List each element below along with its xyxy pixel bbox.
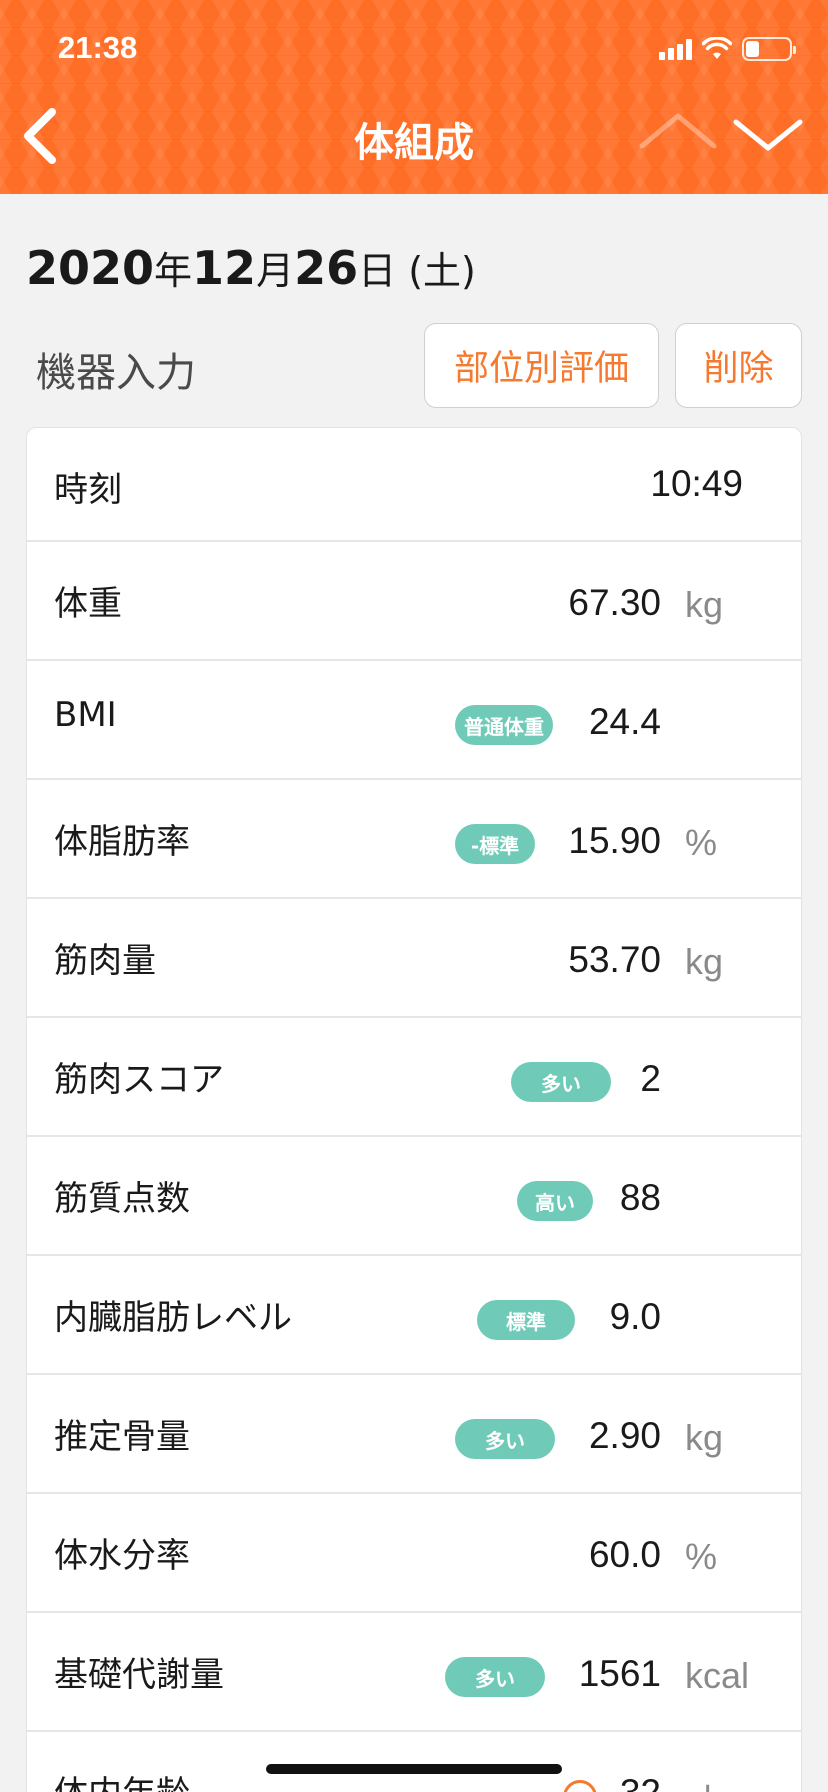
row-label: 筋肉量 <box>54 941 156 981</box>
row-label: 内臓脂肪レベル <box>54 1298 292 1338</box>
row-unit: kcal <box>685 1655 750 1696</box>
status-badge: -標準 <box>455 824 535 864</box>
cellular-signal-icon <box>659 38 692 60</box>
row-value: 2 <box>640 1058 661 1099</box>
row-unit: kg <box>685 1417 724 1458</box>
row-basal-metabolism[interactable]: 基礎代謝量 多い 1561 kcal <box>27 1613 801 1732</box>
status-badge: 多い <box>445 1657 545 1697</box>
row-label: 筋肉スコア <box>54 1060 224 1100</box>
row-value: 32 <box>620 1772 661 1792</box>
date-day-unit: 日 <box>358 249 397 293</box>
row-muscle-quality[interactable]: 筋質点数 高い 88 <box>27 1137 801 1256</box>
battery-icon <box>742 37 796 61</box>
status-badge: 多い <box>455 1419 555 1459</box>
home-indicator[interactable] <box>266 1764 562 1774</box>
wifi-icon <box>702 37 732 59</box>
status-badge: 多い <box>511 1062 611 1102</box>
row-unit: % <box>685 1536 718 1577</box>
row-muscle-mass[interactable]: 筋肉量 53.70 kg <box>27 899 801 1018</box>
row-weight[interactable]: 体重 67.30 kg <box>27 542 801 661</box>
row-visceral-fat[interactable]: 内臓脂肪レベル 標準 9.0 <box>27 1256 801 1375</box>
row-value: 24.4 <box>588 701 661 742</box>
chevron-down-icon[interactable] <box>722 106 814 162</box>
row-muscle-score[interactable]: 筋肉スコア 多い 2 <box>27 1018 801 1137</box>
row-unit: 才 <box>685 1774 721 1792</box>
row-value: 60.0 <box>588 1534 661 1575</box>
row-body-water[interactable]: 体水分率 60.0 % <box>27 1494 801 1613</box>
date-year-unit: 年 <box>154 249 193 293</box>
date-month-unit: 月 <box>256 249 295 293</box>
row-unit: % <box>685 822 718 863</box>
input-source-label: 機器入力 <box>36 350 196 396</box>
row-value: 53.70 <box>568 939 661 980</box>
row-value: 2.90 <box>588 1415 661 1456</box>
chevron-up-icon[interactable] <box>632 106 724 162</box>
row-unit: kg <box>685 584 724 625</box>
battery-level <box>746 41 759 57</box>
row-label: BMI <box>54 695 117 735</box>
row-label: 筋質点数 <box>54 1179 190 1219</box>
row-time[interactable]: 時刻 10:49 <box>27 428 801 542</box>
row-label: 体重 <box>54 584 122 624</box>
date-weekday: (土) <box>396 249 476 293</box>
row-body-age[interactable]: 体内年齢 32 才 <box>27 1732 801 1792</box>
record-date: 2020年12月26日 (土) <box>26 240 476 295</box>
date-day: 26 <box>294 241 359 295</box>
status-badge: 標準 <box>477 1300 575 1340</box>
row-value: 15.90 <box>568 820 661 861</box>
row-value: 1561 <box>578 1653 661 1694</box>
status-badge: 高い <box>517 1181 593 1221</box>
row-value: 9.0 <box>609 1296 661 1337</box>
row-value: 88 <box>619 1177 661 1218</box>
row-bmi[interactable]: BMI 普通体重 24.4 <box>27 661 801 780</box>
row-bone-mass[interactable]: 推定骨量 多い 2.90 kg <box>27 1375 801 1494</box>
measurement-card: 時刻 10:49 体重 67.30 kg BMI 普通体重 24.4 体脂肪率 … <box>26 427 802 1792</box>
segment-evaluation-button[interactable]: 部位別評価 <box>424 323 659 408</box>
row-label: 推定骨量 <box>54 1417 190 1457</box>
status-icons <box>659 34 796 64</box>
row-unit: kg <box>685 941 724 982</box>
row-label: 体脂肪率 <box>54 822 190 862</box>
status-time: 21:38 <box>58 30 138 65</box>
date-month: 12 <box>192 241 257 295</box>
status-badge: 普通体重 <box>455 705 553 745</box>
row-body-fat[interactable]: 体脂肪率 -標準 15.90 % <box>27 780 801 899</box>
row-label: 基礎代謝量 <box>54 1655 224 1695</box>
row-value: 67.30 <box>568 582 661 623</box>
row-value: 10:49 <box>650 463 743 504</box>
delete-button[interactable]: 削除 <box>675 323 802 408</box>
date-year: 2020 <box>26 241 155 295</box>
circle-mark-icon <box>563 1780 597 1792</box>
row-label: 体内年齢 <box>54 1766 190 1792</box>
row-label: 時刻 <box>54 470 122 510</box>
row-label: 体水分率 <box>54 1536 190 1576</box>
app-header: 21:38 体組成 <box>0 0 828 194</box>
